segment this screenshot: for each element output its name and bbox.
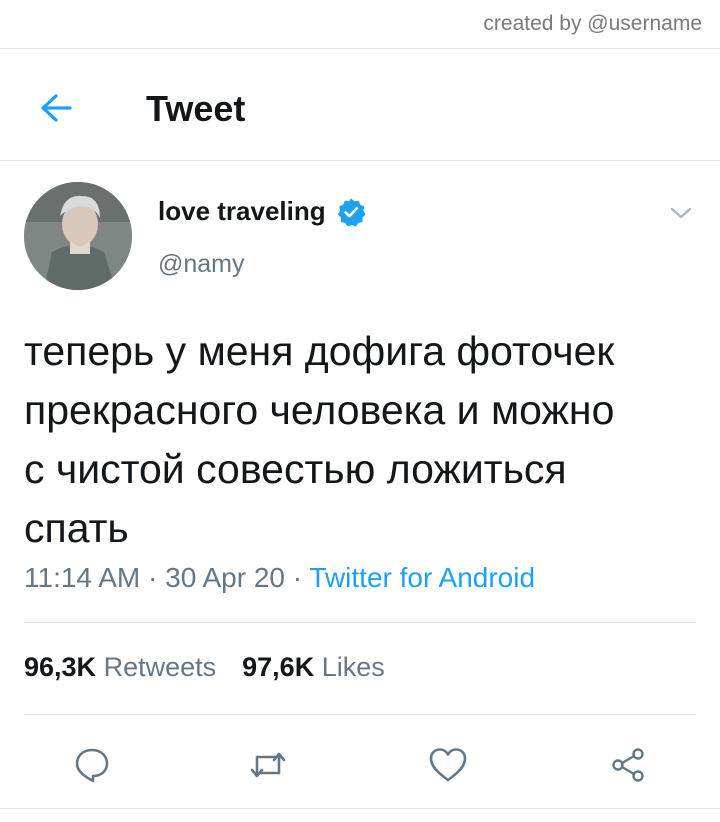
top-divider [0,48,720,49]
meta-separator: · [148,562,158,593]
chevron-down-icon [670,207,692,219]
like-icon [429,748,467,782]
meta-divider [24,622,696,623]
more-options-button[interactable] [668,200,694,226]
likes-label: Likes [321,652,385,682]
retweet-icon [250,752,286,778]
tweet-stats: 96,3K Retweets 97,6K Likes [24,652,385,683]
likes-count: 97,6K [242,652,315,682]
action-bar [0,735,720,795]
tweet-date: 30 Apr 20 [165,562,285,593]
display-name[interactable]: love traveling [158,196,326,227]
tweet-source-link[interactable]: Twitter for Android [309,562,535,593]
verified-badge-icon [337,198,366,227]
header: Tweet [0,52,720,160]
avatar-image [24,182,132,290]
credit-text: created by @username [483,12,702,35]
header-divider [0,160,720,161]
likes-stat[interactable]: 97,6K Likes [242,652,385,683]
tweet-meta: 11:14 AM · 30 Apr 20 · Twitter for Andro… [24,562,535,594]
user-handle[interactable]: @namy [158,250,245,279]
stats-divider [24,714,696,715]
retweets-label: Retweets [103,652,217,682]
page-title: Tweet [146,88,246,129]
author-name-row: love traveling [158,196,366,227]
bottom-divider [0,808,720,809]
retweet-button[interactable] [238,735,298,795]
share-icon [612,748,644,782]
reply-icon [75,748,109,783]
back-button[interactable] [36,88,76,128]
tweet-text: теперь у меня дофига фоточек прекрасного… [24,322,704,558]
reply-button[interactable] [62,735,122,795]
tweet-time: 11:14 AM [24,562,141,593]
tweet-line: спать [24,505,129,551]
share-button[interactable] [598,735,658,795]
arrow-left-icon [41,94,72,122]
avatar[interactable] [24,182,132,290]
tweet-line: с чистой совестью ложиться [24,446,567,492]
tweet-line: прекрасного человека и можно [24,387,615,433]
meta-separator: · [292,562,303,593]
like-button[interactable] [418,735,478,795]
retweets-count: 96,3K [24,652,97,682]
retweets-stat[interactable]: 96,3K Retweets [24,652,216,683]
tweet-line: теперь у меня дофига фоточек [24,328,615,374]
